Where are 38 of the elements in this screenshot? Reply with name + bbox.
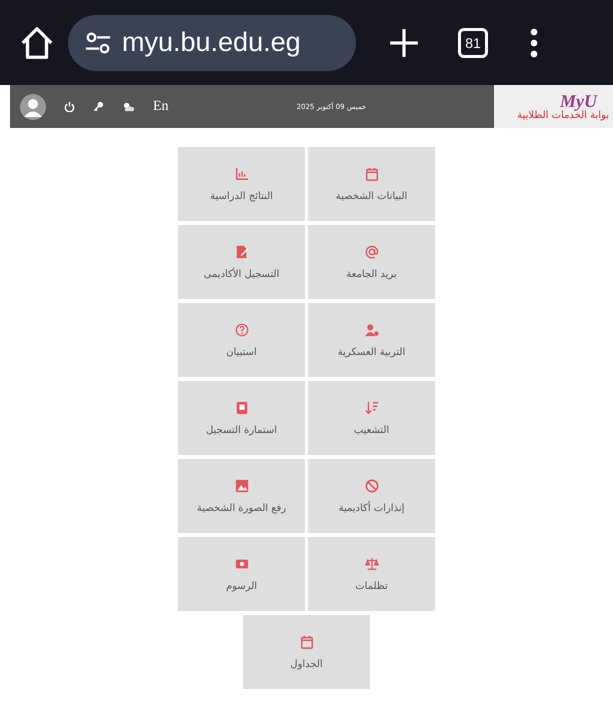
pen-document-icon — [234, 244, 248, 258]
menu-icon[interactable] — [530, 28, 538, 58]
menu-tile[interactable]: التسجيل الأكاديمى — [178, 225, 305, 299]
sort-icon — [364, 400, 378, 414]
menu-tile[interactable]: الرسوم — [178, 537, 305, 611]
logo-subtitle: بوابة الخدمات الطلابية — [517, 110, 609, 122]
money-icon — [234, 556, 248, 570]
menu-tile[interactable]: النتائج الدراسية — [178, 147, 305, 221]
address-bar[interactable]: myu.bu.edu.eg — [68, 14, 356, 70]
menu-tile[interactable]: البيانات الشخصية — [308, 147, 435, 221]
tab-count-button[interactable]: 81 — [458, 28, 488, 58]
calendar-icon — [364, 166, 378, 180]
menu-tile[interactable]: استمارة التسجيل — [178, 381, 305, 455]
scale-icon — [364, 556, 378, 570]
at-sign-icon — [364, 244, 378, 258]
menu-tile[interactable]: بريد الجامعة — [308, 225, 435, 299]
menu-tile[interactable]: إنذارات أكاديمية — [308, 459, 435, 533]
image-icon — [234, 478, 248, 492]
menu-tile[interactable]: الجداول — [243, 615, 370, 689]
calendar-icon — [300, 634, 314, 648]
menu-tile[interactable]: تظلمات — [308, 537, 435, 611]
question-icon — [234, 322, 248, 336]
new-tab-icon[interactable] — [388, 26, 420, 58]
logo-mark: MyU — [560, 92, 597, 110]
avatar-icon[interactable] — [20, 94, 46, 120]
url-text: myu.bu.edu.eg — [122, 27, 301, 58]
chart-icon — [234, 166, 248, 180]
language-link[interactable]: En — [153, 98, 169, 114]
key-icon[interactable] — [93, 101, 104, 112]
power-icon[interactable] — [64, 101, 75, 112]
form-icon — [234, 400, 248, 414]
person-icon — [364, 322, 378, 336]
menu-tile[interactable]: التربية العسكرية — [308, 303, 435, 377]
weather-icon[interactable] — [122, 101, 135, 112]
block-icon — [364, 478, 378, 492]
menu-tile[interactable]: استبيان — [178, 303, 305, 377]
menu-tile[interactable]: التشعيب — [308, 381, 435, 455]
menu-tile[interactable]: رفع الصورة الشخصية — [178, 459, 305, 533]
